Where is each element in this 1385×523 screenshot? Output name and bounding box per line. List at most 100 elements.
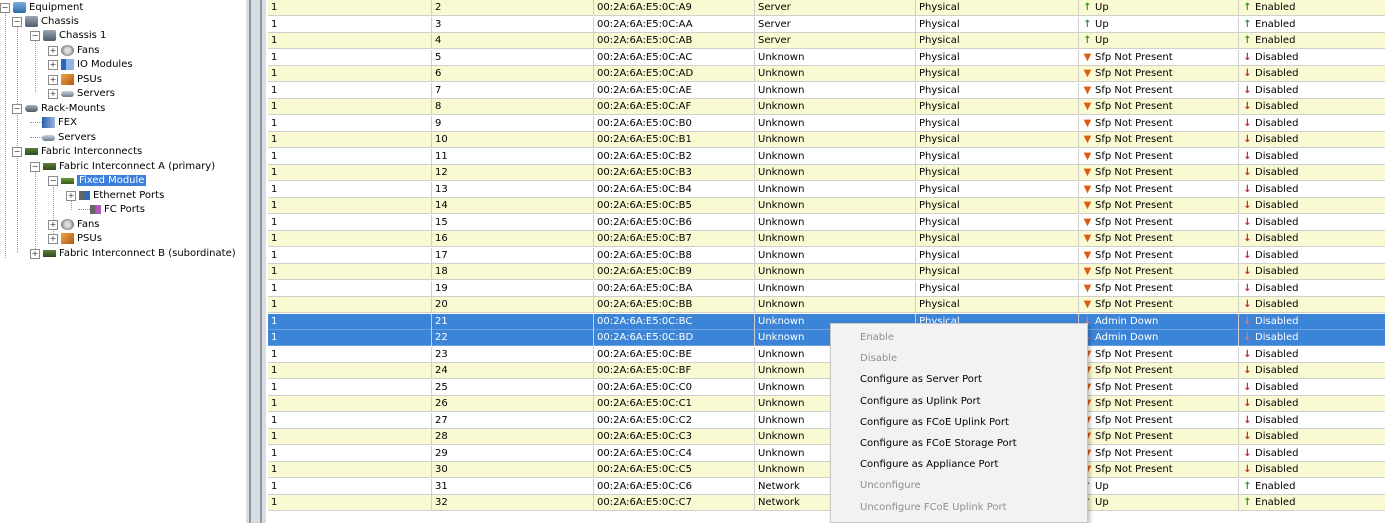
io-module-icon [61, 59, 74, 70]
expand-toggle-icon[interactable]: + [48, 88, 58, 99]
menu-item-configure-as-fcoe-storage-port[interactable]: Configure as FCoE Storage Port [831, 433, 1087, 454]
expand-toggle-icon[interactable]: − [0, 2, 10, 13]
table-row[interactable]: 13200:2A:6A:E5:0C:C7NetworkPhysical↑Up↑E… [268, 495, 1385, 511]
tree-node-fabric-interconnect-a-primary[interactable]: − Fabric Interconnect A (primary) [30, 159, 215, 174]
admin-state-cell-text: Disabled [1255, 167, 1299, 178]
table-row[interactable]: 1 7 00:2A:6A:E5:0C:AE Unknown Physical ▼ Sfp N… [268, 82, 1385, 99]
tree-node-fabric-interconnect-b-subordinate[interactable]: + Fabric Interconnect B (subordinate) [30, 246, 236, 261]
tree-node-psus[interactable]: + PSUs [48, 231, 102, 246]
table-row[interactable]: 1 3 00:2A:6A:E5:0C:AA Server Physical ↑ Up ↑ Ena… [268, 16, 1385, 33]
table-row[interactable]: 1 9 00:2A:6A:E5:0C:B0 Unknown Physical ▼ Sfp N… [268, 115, 1385, 132]
port-cell: 23 [431, 346, 593, 363]
menu-item-configure-as-appliance-port[interactable]: Configure as Appliance Port [831, 454, 1087, 475]
table-row[interactable]: 13100:2A:6A:E5:0C:C6NetworkPhysical↑Up↑E… [268, 478, 1385, 495]
role-cell: Server [754, 0, 915, 16]
tree-node-rack-mounts[interactable]: − Rack-Mounts [12, 101, 105, 116]
menu-item-configure-as-uplink-port[interactable]: Configure as Uplink Port [831, 391, 1087, 412]
slot-cell: 1 [271, 2, 278, 13]
port-cell: 3 [431, 16, 593, 33]
tree-node-equipment[interactable]: − Equipment [0, 0, 83, 15]
table-row[interactable]: 12500:2A:6A:E5:0C:C0UnknownPhysical▼Sfp … [268, 379, 1385, 396]
tree-node-chassis[interactable]: − Chassis [12, 14, 79, 29]
expand-toggle-icon[interactable]: + [66, 190, 76, 201]
table-row[interactable]: 1 4 00:2A:6A:E5:0C:AB Server Physical ↑ Up ↑ Ena… [268, 33, 1385, 49]
table-row[interactable]: 1 6 00:2A:6A:E5:0C:AD Unknown Physical ▼ Sfp N… [268, 66, 1385, 82]
admin-state-cell-text: Disabled [1255, 51, 1299, 63]
oper-state-cell: ▼Sfp Not Present [1078, 247, 1238, 264]
server-icon [61, 90, 74, 97]
table-row[interactable]: 13000:2A:6A:E5:0C:C5UnknownPhysical▼Sfp … [268, 462, 1385, 478]
tree-node-io-modules[interactable]: + IO Modules [48, 57, 133, 72]
table-row[interactable]: 12900:2A:6A:E5:0C:C4UnknownPhysical▼Sfp … [268, 445, 1385, 462]
mac-cell: 00:2A:6A:E5:0C:B7 [593, 231, 754, 247]
mac-cell: 00:2A:6A:E5:0C:B1 [593, 132, 754, 148]
tree-node-fc-ports[interactable]: FC Ports [78, 202, 145, 217]
table-row[interactable]: 12800:2A:6A:E5:0C:C3UnknownPhysical▼Sfp … [268, 429, 1385, 445]
role-cell: Unknown [754, 66, 915, 82]
oper-state-cell-text: Sfp Not Present [1095, 282, 1173, 294]
table-row[interactable]: 1 5 00:2A:6A:E5:0C:AC Unknown Physical ▼ Sfp N… [268, 49, 1385, 66]
table-row[interactable]: 1 2 00:2A:6A:E5:0C:A9 Server Physical ↑ Up ↑ Ena… [268, 0, 1385, 16]
tree-node-psus[interactable]: + PSUs [48, 72, 102, 87]
tree-node-servers[interactable]: Servers [30, 130, 96, 145]
admin-state-cell-text: Enabled [1255, 2, 1296, 13]
menu-item-configure-as-server-port[interactable]: Configure as Server Port [831, 369, 1087, 390]
oper-state-cell: ▼Sfp Not Present [1078, 66, 1238, 82]
table-row[interactable]: 1 15 00:2A:6A:E5:0C:B6 Unknown Physical ▼ Sfp … [268, 214, 1385, 231]
expand-toggle-icon[interactable]: + [48, 219, 58, 230]
table-row[interactable]: 12700:2A:6A:E5:0C:C2UnknownPhysical▼Sfp … [268, 412, 1385, 429]
table-row[interactable]: 12300:2A:6A:E5:0C:BEUnknownPhysical▼Sfp … [268, 346, 1385, 363]
admin-state-cell-text: Disabled [1255, 266, 1299, 277]
expand-toggle-icon[interactable]: + [30, 248, 40, 259]
table-row[interactable]: 1 12 00:2A:6A:E5:0C:B3 Unknown Physical ▼ Sfp … [268, 165, 1385, 181]
table-row[interactable]: 1 14 00:2A:6A:E5:0C:B5 Unknown Physical ▼ Sfp … [268, 198, 1385, 214]
port-cell: 17 [431, 247, 593, 264]
table-row[interactable]: 12200:2A:6A:E5:0C:BDUnknownPhysical↓Admi… [268, 330, 1385, 346]
expand-toggle-icon[interactable]: − [12, 103, 22, 114]
port-cell: 19 [431, 280, 593, 297]
table-row[interactable]: 1 18 00:2A:6A:E5:0C:B9 Unknown Physical ▼ Sfp … [268, 264, 1385, 280]
table-row[interactable]: 1 13 00:2A:6A:E5:0C:B4 Unknown Physical ▼ Sfp … [268, 181, 1385, 198]
role-cell: Server [754, 33, 915, 49]
mac-cell: 00:2A:6A:E5:0C:C7 [593, 495, 754, 511]
tree-node-ethernet-ports[interactable]: + Ethernet Ports [66, 188, 164, 203]
admin-state-cell-text: Disabled [1255, 315, 1299, 327]
menu-item-configure-as-fcoe-uplink-port[interactable]: Configure as FCoE Uplink Port [831, 412, 1087, 433]
expand-toggle-icon[interactable]: + [48, 45, 58, 56]
expand-toggle-icon[interactable]: − [12, 146, 22, 157]
admin-state-cell: ↓ Disabled [1238, 313, 1385, 330]
table-row[interactable]: 1 19 00:2A:6A:E5:0C:BA Unknown Physical ▼ Sfp … [268, 280, 1385, 297]
table-row[interactable]: 12600:2A:6A:E5:0C:C1UnknownPhysical▼Sfp … [268, 396, 1385, 412]
mac-cell: 00:2A:6A:E5:0C:AB [593, 33, 754, 49]
expand-toggle-icon[interactable]: − [12, 16, 22, 27]
table-row[interactable]: 1 10 00:2A:6A:E5:0C:B1 Unknown Physical ▼ Sfp … [268, 132, 1385, 148]
expand-toggle-icon[interactable]: + [48, 59, 58, 70]
tree-node-servers[interactable]: + Servers [48, 86, 115, 101]
table-row[interactable]: 1 21 00:2A:6A:E5:0C:BC Unknown Physical ↓ Admi… [268, 313, 1385, 330]
table-row[interactable]: 1 8 00:2A:6A:E5:0C:AF Unknown Physical ▼ Sfp N… [268, 99, 1385, 115]
oper-state-cell-text: Sfp Not Present [1095, 464, 1173, 475]
table-row[interactable]: 1 20 00:2A:6A:E5:0C:BB Unknown Physical ▼ Sfp … [268, 297, 1385, 313]
slot-cell: 1 [271, 398, 278, 409]
slot-cell: 1 [271, 84, 278, 96]
expand-toggle-icon[interactable]: + [48, 233, 58, 244]
panel-splitter[interactable] [246, 0, 266, 523]
tree-node-fabric-interconnects[interactable]: − Fabric Interconnects [12, 144, 142, 159]
table-row[interactable]: 1 17 00:2A:6A:E5:0C:B8 Unknown Physical ▼ Sfp … [268, 247, 1385, 264]
expand-toggle-icon[interactable]: + [48, 74, 58, 85]
table-row[interactable]: 12400:2A:6A:E5:0C:BFUnknownPhysical▼Sfp … [268, 363, 1385, 379]
tree-node-chassis-1[interactable]: − Chassis 1 [30, 28, 106, 43]
admin-state-cell: ↓ Disabled [1238, 396, 1385, 412]
table-row[interactable]: 1 11 00:2A:6A:E5:0C:B2 Unknown Physical ▼ Sfp … [268, 148, 1385, 165]
expand-toggle-icon[interactable]: − [30, 161, 40, 172]
tree-node-fex[interactable]: FEX [30, 115, 77, 130]
expand-toggle-icon[interactable]: − [48, 175, 58, 186]
tree-node-fans[interactable]: + Fans [48, 43, 100, 58]
table-row[interactable]: 1 16 00:2A:6A:E5:0C:B7 Unknown Physical ▼ Sfp … [268, 231, 1385, 247]
tree-node-fixed-module[interactable]: − Fixed Module [48, 173, 147, 188]
tree-node-fans[interactable]: + Fans [48, 217, 100, 232]
type-cell: Physical [915, 264, 1078, 280]
expand-toggle-icon[interactable]: − [30, 30, 40, 41]
oper-state-cell-text: Up [1095, 497, 1109, 508]
fabric-interconnect-icon [43, 163, 56, 170]
